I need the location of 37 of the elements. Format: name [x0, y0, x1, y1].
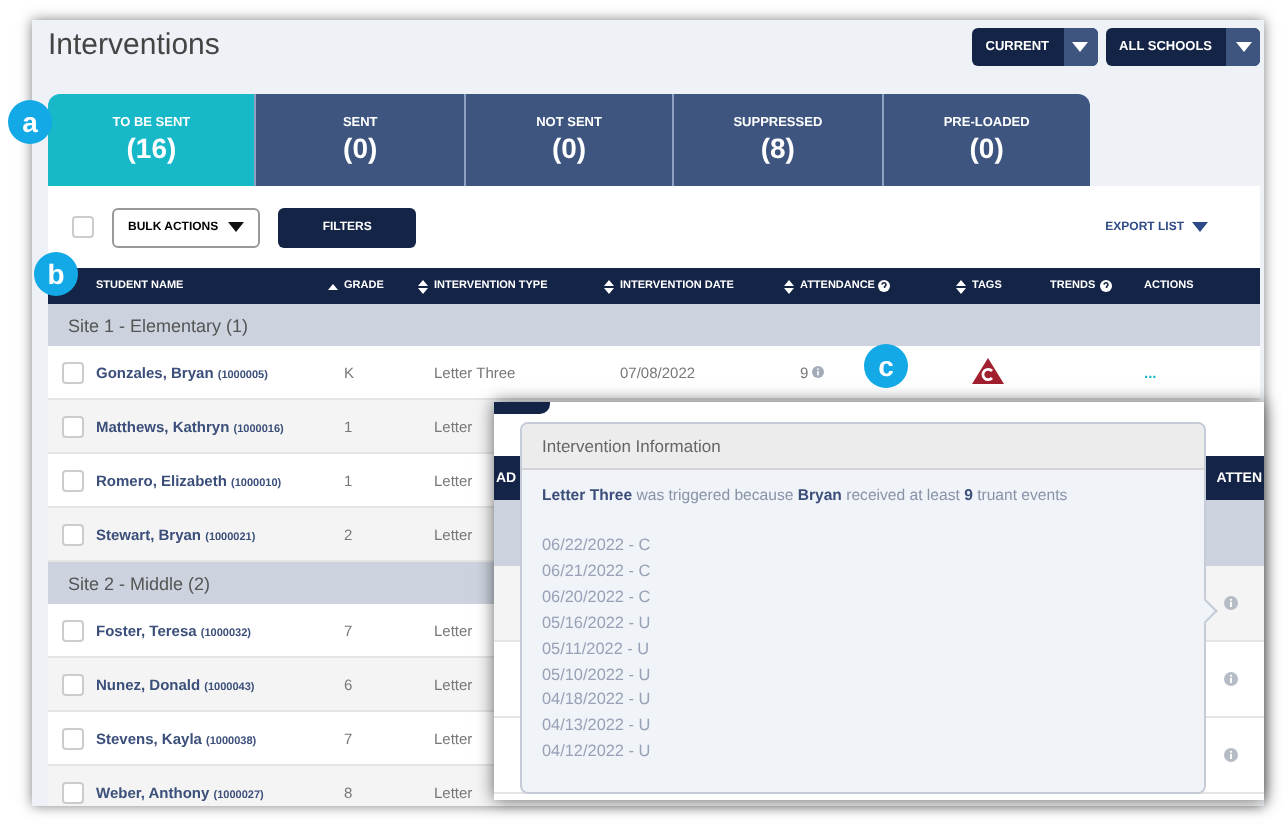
event-entry: 06/20/2022 - C: [542, 585, 653, 610]
sort-icon[interactable]: [418, 279, 428, 293]
row-checkbox[interactable]: [61, 727, 83, 749]
event-entry: 05/16/2022 - U: [542, 611, 653, 636]
sort-icon[interactable]: [956, 279, 966, 293]
row-checkbox[interactable]: [61, 415, 83, 437]
group-title: Site 1 - Elementary (1): [68, 315, 249, 335]
event-entry: 04/12/2022 - U: [542, 740, 653, 765]
info-icon[interactable]: [1224, 596, 1238, 610]
select-all-checkbox[interactable]: [72, 216, 94, 238]
info-icon[interactable]: [812, 366, 825, 378]
info-icon[interactable]: [1224, 748, 1238, 762]
info-icon[interactable]: [1224, 672, 1238, 686]
event-entry: 04/13/2022 - U: [542, 714, 653, 739]
group-title: Site 2 - Middle (2): [68, 573, 211, 593]
event-entry: 04/18/2022 - U: [542, 688, 653, 713]
caret-icon: [1072, 42, 1089, 52]
event-entry: 06/22/2022 - C: [542, 534, 653, 558]
caret-icon: [1192, 222, 1208, 232]
sort-icon[interactable]: [784, 279, 794, 293]
tab-fragment: [494, 402, 550, 414]
sort-icon[interactable]: [604, 279, 614, 293]
event-entry: 05/11/2022 - U: [542, 637, 652, 662]
sort-ascending-icon[interactable]: [328, 283, 338, 289]
row-checkbox[interactable]: [61, 673, 83, 695]
row-checkbox[interactable]: [61, 469, 83, 491]
row-checkbox[interactable]: [61, 619, 83, 641]
row-checkbox[interactable]: [61, 523, 83, 545]
caret-icon: [228, 222, 245, 232]
event-entry: 05/10/2022 - U: [542, 663, 653, 688]
caret-icon: [1235, 42, 1251, 52]
event-entry: 06/21/2022 - C: [542, 559, 653, 584]
row-checkbox[interactable]: [61, 781, 83, 803]
page-title: Interventions: [48, 28, 220, 62]
annotation-marker: a: [8, 100, 52, 144]
row-checkbox[interactable]: [61, 361, 83, 383]
popup-title: Intervention Information: [522, 424, 1204, 470]
